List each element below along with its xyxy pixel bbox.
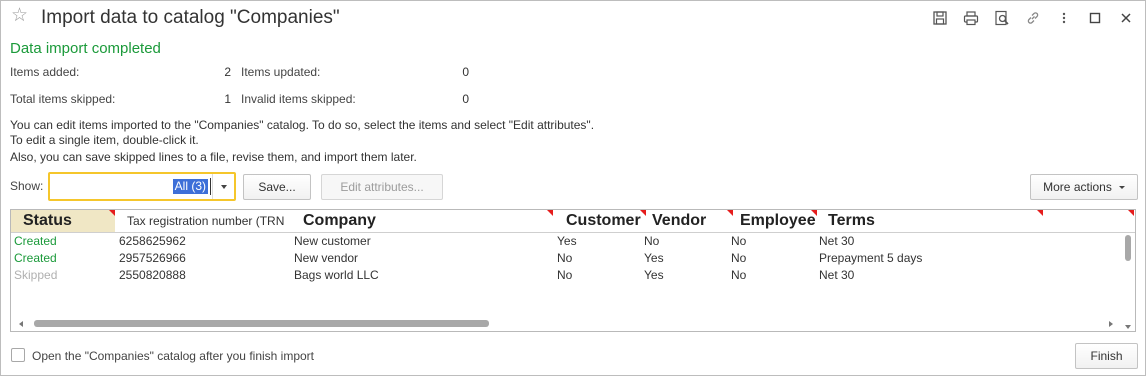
more-actions-label: More actions bbox=[1043, 180, 1112, 194]
row-tax-number: 2550820888 bbox=[119, 268, 186, 282]
table-row[interactable]: Created 2957526966 New vendor No Yes No … bbox=[11, 250, 1121, 267]
save-icon[interactable] bbox=[929, 8, 951, 28]
required-field-marker bbox=[727, 210, 733, 216]
row-vendor: Yes bbox=[644, 251, 664, 265]
open-catalog-checkbox[interactable] bbox=[11, 348, 25, 362]
items-updated-label: Items updated: bbox=[241, 65, 321, 79]
required-field-marker bbox=[109, 210, 115, 216]
items-added-value: 2 bbox=[224, 65, 231, 79]
table-row[interactable]: Skipped 2550820888 Bags world LLC No Yes… bbox=[11, 267, 1121, 284]
total-skipped-value: 1 bbox=[224, 92, 231, 106]
maximize-icon[interactable] bbox=[1084, 8, 1106, 28]
chevron-down-icon bbox=[220, 184, 227, 189]
required-field-marker bbox=[547, 210, 553, 216]
vertical-scroll-thumb[interactable] bbox=[1125, 235, 1131, 261]
horizontal-scrollbar[interactable] bbox=[11, 317, 1135, 331]
text-caret bbox=[210, 178, 211, 195]
show-filter-dropdown-button[interactable] bbox=[212, 174, 234, 199]
row-terms: Net 30 bbox=[819, 268, 855, 282]
import-status-heading: Data import completed bbox=[10, 40, 161, 57]
row-customer: No bbox=[557, 268, 573, 282]
horizontal-scroll-thumb[interactable] bbox=[34, 320, 489, 327]
more-vertical-icon[interactable] bbox=[1053, 8, 1075, 28]
info-line-1: You can edit items imported to the "Comp… bbox=[10, 118, 595, 132]
required-field-marker bbox=[640, 210, 646, 216]
column-header-employee[interactable]: Employee bbox=[740, 210, 820, 232]
row-customer: Yes bbox=[557, 234, 577, 248]
show-filter-value: All (3) bbox=[172, 179, 208, 194]
link-icon[interactable] bbox=[1022, 8, 1044, 28]
show-filter-label: Show: bbox=[10, 179, 44, 193]
column-header-customer[interactable]: Customer bbox=[566, 210, 646, 232]
info-line-2: To edit a single item, double-click it. bbox=[10, 133, 199, 147]
row-tax-number: 6258625962 bbox=[119, 234, 186, 248]
chevron-down-icon bbox=[1118, 185, 1125, 189]
row-terms: Net 30 bbox=[819, 234, 855, 248]
column-header-status[interactable]: Status bbox=[11, 210, 115, 232]
column-header-company[interactable]: Company bbox=[303, 210, 543, 232]
import-window: ☆ Import data to catalog "Companies" Dat… bbox=[0, 0, 1146, 376]
row-customer: No bbox=[557, 251, 573, 265]
row-terms: Prepayment 5 days bbox=[819, 251, 923, 265]
row-employee: No bbox=[731, 268, 747, 282]
column-header-vendor[interactable]: Vendor bbox=[652, 210, 732, 232]
table-header: Status Tax registration number (TRN Comp… bbox=[11, 210, 1135, 233]
required-field-marker bbox=[811, 210, 817, 216]
invalid-skipped-label: Invalid items skipped: bbox=[241, 92, 356, 106]
open-catalog-label[interactable]: Open the "Companies" catalog after you f… bbox=[32, 349, 314, 363]
preview-icon[interactable] bbox=[991, 8, 1013, 28]
items-added-label: Items added: bbox=[10, 65, 80, 79]
window-title: Import data to catalog "Companies" bbox=[41, 7, 340, 28]
title-bar: ☆ Import data to catalog "Companies" bbox=[1, 1, 1145, 35]
save-button[interactable]: Save... bbox=[243, 174, 311, 200]
row-vendor: No bbox=[644, 234, 660, 248]
import-results-table[interactable]: Status Tax registration number (TRN Comp… bbox=[10, 209, 1136, 332]
row-employee: No bbox=[731, 234, 747, 248]
required-field-marker bbox=[1037, 210, 1043, 216]
row-company: New customer bbox=[294, 234, 371, 248]
scroll-left-arrow-icon[interactable] bbox=[19, 321, 23, 327]
finish-button[interactable]: Finish bbox=[1075, 343, 1138, 369]
info-line-3: Also, you can save skipped lines to a fi… bbox=[10, 150, 417, 164]
row-status: Created bbox=[14, 251, 57, 265]
row-vendor: Yes bbox=[644, 268, 664, 282]
print-icon[interactable] bbox=[960, 8, 982, 28]
row-company: Bags world LLC bbox=[294, 268, 379, 282]
row-company: New vendor bbox=[294, 251, 359, 265]
table-row[interactable]: Created 6258625962 New customer Yes No N… bbox=[11, 233, 1121, 250]
more-actions-button[interactable]: More actions bbox=[1030, 174, 1138, 200]
star-icon[interactable]: ☆ bbox=[11, 6, 28, 26]
show-filter-select[interactable]: All (3) bbox=[48, 172, 236, 201]
required-field-marker bbox=[1128, 210, 1134, 216]
invalid-skipped-value: 0 bbox=[462, 92, 469, 106]
row-tax-number: 2957526966 bbox=[119, 251, 186, 265]
row-employee: No bbox=[731, 251, 747, 265]
edit-attributes-button[interactable]: Edit attributes... bbox=[321, 174, 443, 200]
total-skipped-label: Total items skipped: bbox=[10, 92, 116, 106]
items-updated-value: 0 bbox=[462, 65, 469, 79]
title-toolbar bbox=[920, 8, 1137, 28]
column-header-tax-number[interactable]: Tax registration number (TRN bbox=[127, 210, 293, 232]
close-icon[interactable] bbox=[1115, 8, 1137, 28]
row-status: Created bbox=[14, 234, 57, 248]
row-status: Skipped bbox=[14, 268, 58, 282]
column-header-terms[interactable]: Terms bbox=[828, 210, 1038, 232]
scroll-right-arrow-icon[interactable] bbox=[1109, 321, 1113, 327]
